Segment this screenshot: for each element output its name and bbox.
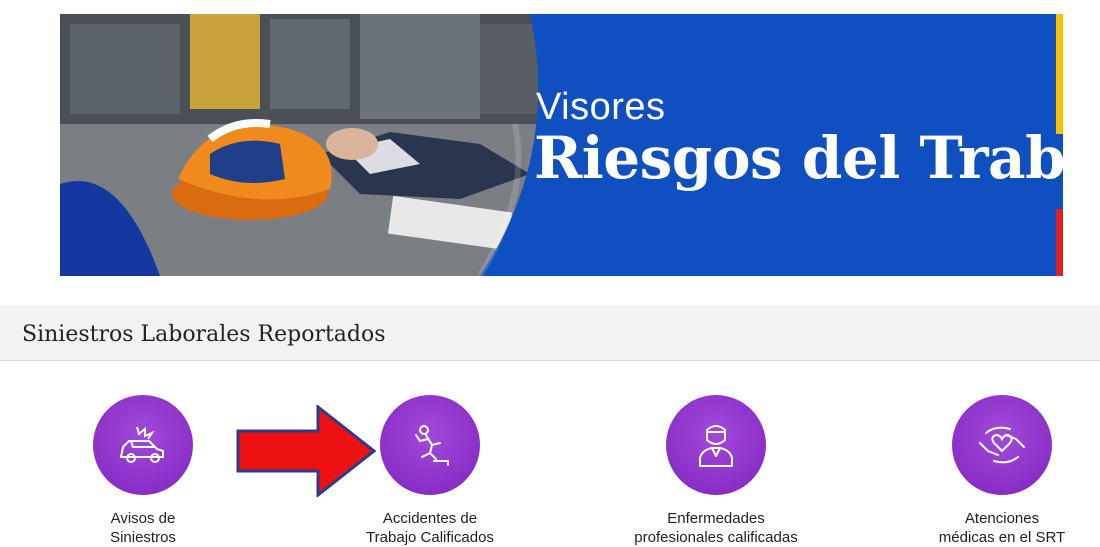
- section-header: Siniestros Laborales Reportados: [0, 305, 1100, 361]
- item-enfermedades-profesionales[interactable]: Enfermedades profesionales calificadas: [606, 395, 826, 547]
- care-hands-heart-icon: [979, 426, 1025, 464]
- item-label-line2: profesionales calificadas: [634, 529, 798, 546]
- item-label-line2: Siniestros: [110, 529, 176, 546]
- item-circle[interactable]: [380, 395, 480, 495]
- banner-title: Riesgos del Trabajo: [534, 124, 1063, 192]
- patient-icon: [699, 425, 733, 467]
- item-atenciones-medicas[interactable]: Atenciones médicas en el SRT: [892, 395, 1100, 547]
- item-circle[interactable]: [952, 395, 1052, 495]
- item-label-line1: Enfermedades: [667, 510, 765, 527]
- car-crash-icon: [119, 426, 164, 463]
- item-label-line2: médicas en el SRT: [938, 529, 1066, 546]
- item-avisos-siniestros[interactable]: Avisos de Siniestros: [33, 395, 253, 547]
- red-arrow-icon: [236, 405, 377, 497]
- item-circle[interactable]: [93, 395, 193, 495]
- falling-person-icon: [415, 425, 449, 466]
- section-title: Siniestros Laborales Reportados: [22, 322, 386, 347]
- item-label-line2: Trabajo Calificados: [366, 529, 494, 546]
- item-label-line1: Atenciones: [964, 510, 1040, 527]
- banner-subtitle: Visores: [536, 86, 666, 128]
- item-circle[interactable]: [666, 395, 766, 495]
- item-label-line1: Avisos de: [110, 510, 176, 527]
- item-label-line1: Accidentes de: [382, 510, 478, 527]
- hero-banner: Visores Riesgos del Trabajo: [60, 14, 1063, 276]
